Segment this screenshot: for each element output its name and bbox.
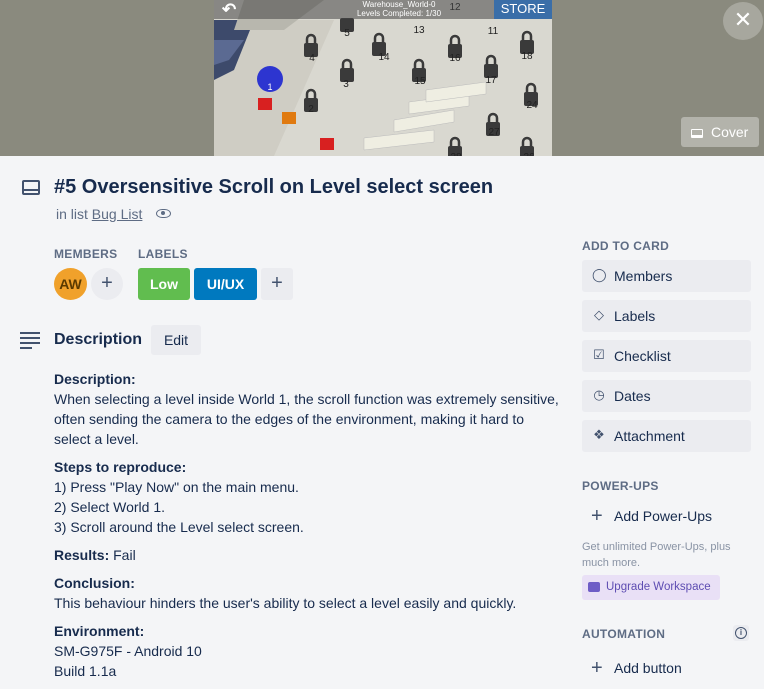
close-button[interactable]: ✕ bbox=[723, 2, 763, 40]
svg-text:4: 4 bbox=[309, 53, 315, 64]
description-section: Description: When selecting a level insi… bbox=[54, 371, 559, 447]
cover-image[interactable]: 1 2 3 4 5 11 12 13 14 15 16 17 18 24 26 … bbox=[214, 0, 552, 156]
level-map-illustration: 1 2 3 4 5 11 12 13 14 15 16 17 18 24 26 … bbox=[214, 0, 552, 156]
conclusion-section: Conclusion: This behaviour hinders the u… bbox=[54, 575, 517, 611]
close-icon: ✕ bbox=[733, 7, 753, 32]
edit-description-button[interactable]: Edit bbox=[151, 325, 201, 355]
steps-section: Steps to reproduce: 1) Press "Play Now" … bbox=[54, 459, 304, 535]
powerups-heading: POWER-UPS bbox=[582, 479, 659, 493]
game-hud-title: Warehouse_World-0 Levels Completed: 1/30 bbox=[356, 0, 442, 18]
svg-text:13: 13 bbox=[413, 25, 425, 36]
info-icon[interactable]: i bbox=[733, 625, 749, 641]
paperclip-icon: ❖ bbox=[593, 427, 605, 442]
checkbox-icon: ☑ bbox=[593, 347, 605, 362]
add-member-button[interactable]: + bbox=[91, 268, 123, 300]
watch-eye-icon[interactable] bbox=[156, 209, 172, 218]
upgrade-workspace-button[interactable]: Upgrade Workspace bbox=[582, 575, 720, 600]
members-heading: MEMBERS bbox=[54, 247, 118, 261]
svg-text:17: 17 bbox=[485, 75, 497, 86]
svg-text:16: 16 bbox=[449, 53, 461, 64]
svg-text:14: 14 bbox=[378, 52, 390, 63]
svg-text:3: 3 bbox=[343, 79, 349, 90]
cover-button[interactable]: Cover bbox=[681, 117, 759, 147]
svg-text:26: 26 bbox=[523, 152, 535, 156]
label-ui-ux[interactable]: UI/UX bbox=[194, 268, 257, 300]
svg-text:18: 18 bbox=[521, 51, 533, 62]
environment-section: Environment: SM-G975F - Android 10 Build… bbox=[54, 623, 202, 679]
attachment-button[interactable]: ❖ Attachment bbox=[582, 420, 751, 452]
add-label-button[interactable]: + bbox=[261, 268, 293, 300]
plus-icon: + bbox=[591, 657, 603, 679]
tag-icon: ◇ bbox=[594, 307, 604, 322]
svg-text:1: 1 bbox=[267, 82, 272, 92]
svg-text:24: 24 bbox=[526, 100, 538, 111]
automation-heading: AUTOMATION bbox=[582, 627, 666, 641]
clock-icon: ◷ bbox=[593, 387, 605, 402]
list-link[interactable]: Bug List bbox=[92, 206, 143, 222]
results-section: Results: Fail bbox=[54, 547, 136, 563]
person-icon: ◯ bbox=[592, 267, 607, 282]
description-icon bbox=[20, 332, 40, 352]
card-icon bbox=[22, 180, 40, 195]
add-powerups-button[interactable]: + Add Power-Ups bbox=[582, 500, 751, 532]
powerups-note: Get unlimited Power-Ups, plus much more. bbox=[582, 541, 731, 569]
cover-icon bbox=[691, 129, 703, 138]
store-label: STORE bbox=[494, 0, 552, 19]
svg-text:15: 15 bbox=[414, 76, 426, 87]
labels-button[interactable]: ◇ Labels bbox=[582, 300, 751, 332]
briefcase-icon bbox=[588, 582, 600, 592]
label-low[interactable]: Low bbox=[138, 268, 190, 300]
svg-text:28: 28 bbox=[450, 152, 462, 156]
plus-icon: + bbox=[101, 272, 113, 294]
description-body[interactable]: Description: When selecting a level insi… bbox=[54, 369, 559, 689]
back-arrow-icon: ↶ bbox=[222, 0, 237, 19]
plus-icon: + bbox=[271, 272, 283, 294]
game-hud-bar: ↶ Warehouse_World-0 Levels Completed: 1/… bbox=[214, 0, 552, 19]
svg-text:5: 5 bbox=[344, 28, 350, 39]
dates-button[interactable]: ◷ Dates bbox=[582, 380, 751, 412]
svg-text:27: 27 bbox=[488, 127, 500, 138]
checklist-button[interactable]: ☑ Checklist bbox=[582, 340, 751, 372]
labels-heading: LABELS bbox=[138, 247, 188, 261]
card-title[interactable]: #5 Oversensitive Scroll on Level select … bbox=[54, 176, 493, 199]
avatar[interactable]: AW bbox=[54, 268, 87, 300]
description-heading: Description bbox=[54, 331, 143, 348]
add-to-card-heading: ADD TO CARD bbox=[582, 239, 670, 253]
svg-text:11: 11 bbox=[488, 26, 499, 37]
svg-text:2: 2 bbox=[308, 104, 314, 115]
list-reference: in list Bug List bbox=[56, 206, 172, 222]
members-button[interactable]: ◯ Members bbox=[582, 260, 751, 292]
card-cover: 1 2 3 4 5 11 12 13 14 15 16 17 18 24 26 … bbox=[0, 0, 764, 156]
plus-icon: + bbox=[591, 505, 603, 527]
add-button-button[interactable]: + Add button bbox=[582, 652, 751, 684]
